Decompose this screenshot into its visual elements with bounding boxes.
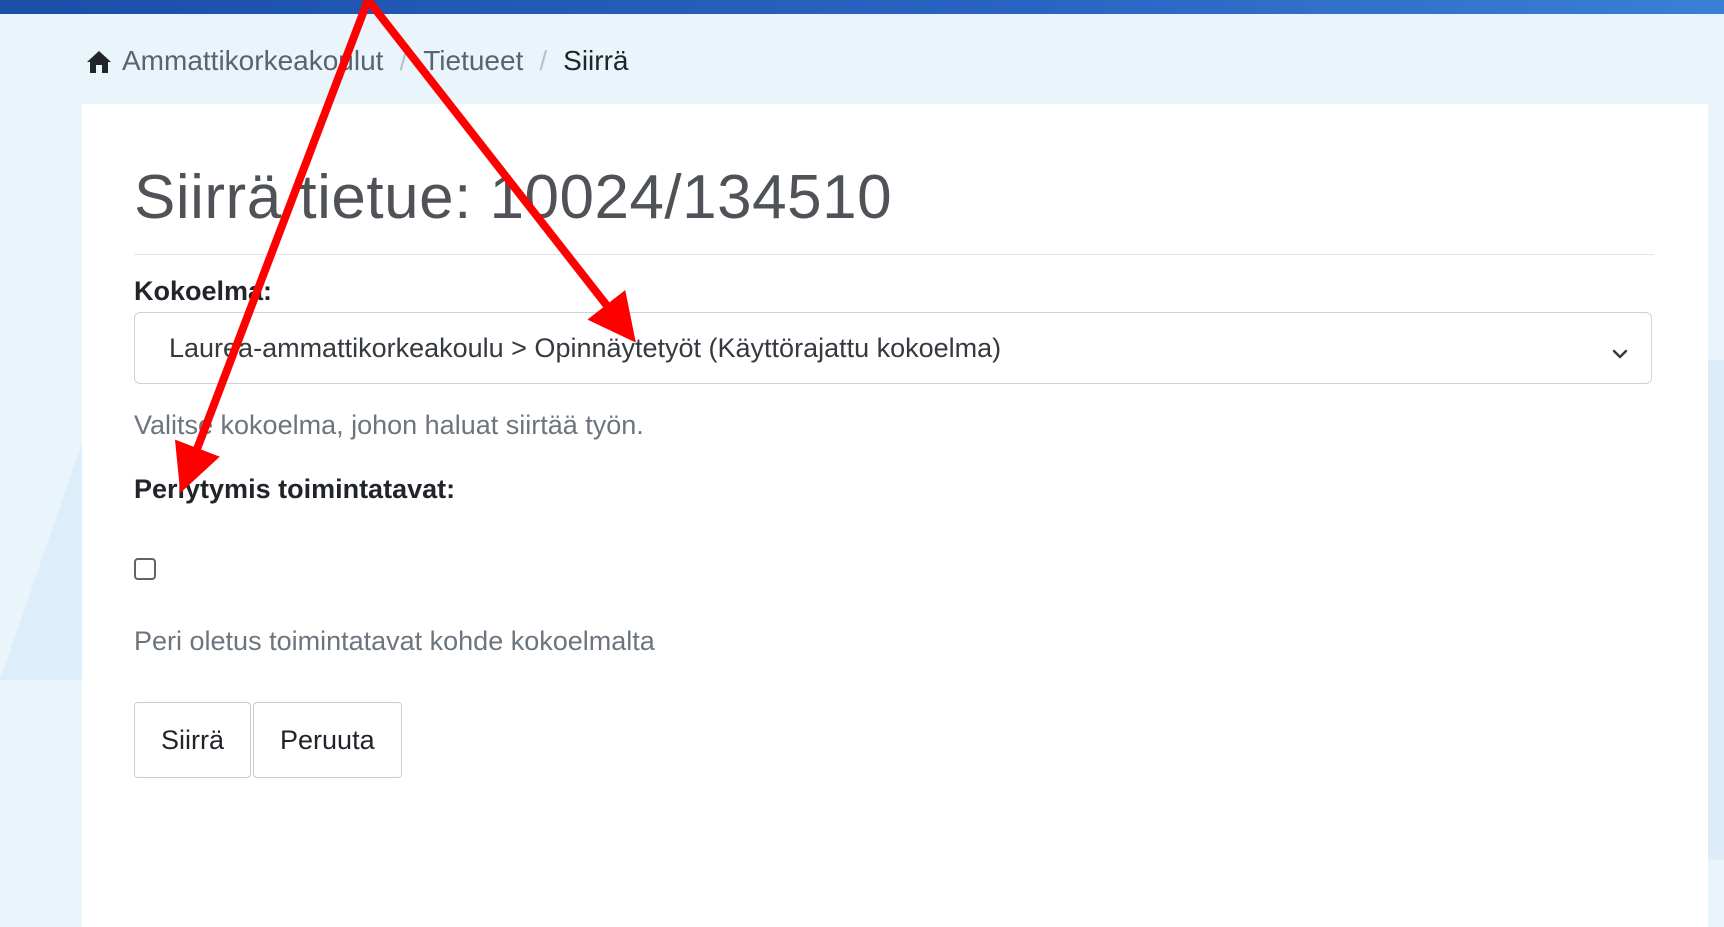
breadcrumb-link-ammattikorkeakoulut[interactable]: Ammattikorkeakoulut [122, 45, 383, 77]
top-bar [0, 0, 1724, 14]
breadcrumb: Ammattikorkeakoulut / Tietueet / Siirrä [86, 44, 628, 78]
breadcrumb-separator: / [539, 45, 548, 76]
move-button[interactable]: Siirrä [134, 702, 252, 778]
home-icon[interactable] [86, 49, 112, 73]
collection-label: Kokoelma: [134, 276, 273, 306]
collection-help-text: Valitse kokoelma, johon haluat siirtää t… [134, 410, 644, 440]
breadcrumb-separator: / [399, 45, 408, 76]
inheritance-help-text: Peri oletus toimintatavat kohde kokoelma… [134, 626, 655, 656]
page-title: Siirrä tietue: 10024/134510 [134, 163, 893, 232]
collection-select-value: Laurea-ammattikorkeakoulu > Opinnäytetyö… [169, 332, 1002, 363]
background-decoration [0, 420, 90, 680]
inheritance-label: Perlytymis toimintatavat: [134, 474, 456, 504]
breadcrumb-current: Siirrä [563, 45, 629, 76]
form-actions: Siirrä Peruuta [134, 702, 404, 778]
main-card: Siirrä tietue: 10024/134510 Kokoelma: La… [82, 104, 1708, 927]
collection-select[interactable]: Laurea-ammattikorkeakoulu > Opinnäytetyö… [134, 312, 1652, 384]
cancel-button[interactable]: Peruuta [253, 702, 402, 778]
inherit-policies-checkbox[interactable] [134, 558, 156, 580]
chevron-down-icon [1611, 339, 1629, 359]
title-divider [134, 254, 1654, 255]
breadcrumb-link-tietueet[interactable]: Tietueet [423, 45, 523, 77]
